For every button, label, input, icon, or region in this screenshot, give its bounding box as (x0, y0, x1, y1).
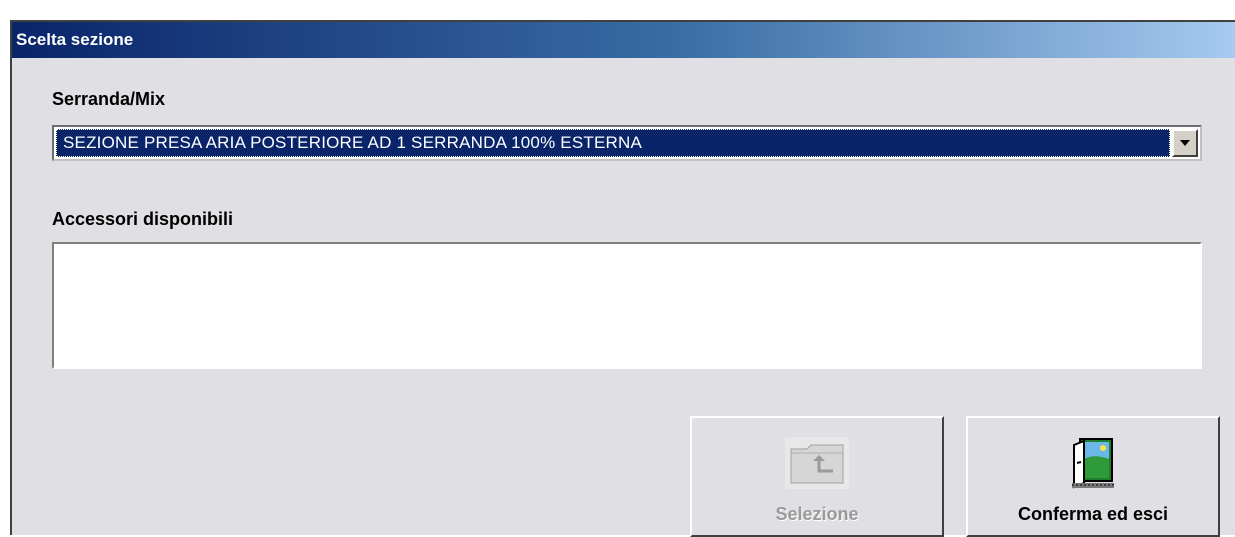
exit-door-icon (1070, 437, 1116, 494)
serranda-mix-label: Serranda/Mix (52, 89, 166, 109)
selezione-button[interactable]: Selezione (690, 416, 944, 537)
selezione-button-label: Selezione (775, 504, 859, 524)
serranda-mix-dropdown[interactable]: SEZIONE PRESA ARIA POSTERIORE AD 1 SERRA… (52, 125, 1202, 161)
conferma-ed-esci-button[interactable]: Conferma ed esci (966, 416, 1220, 537)
accessori-disponibili-label: Accessori disponibili (52, 209, 234, 229)
dialog-title-bar[interactable]: Scelta sezione (12, 22, 1235, 58)
folder-up-icon (785, 437, 849, 494)
serranda-mix-selected-value[interactable]: SEZIONE PRESA ARIA POSTERIORE AD 1 SERRA… (56, 129, 1170, 157)
chevron-down-icon (1180, 140, 1190, 146)
scelta-sezione-dialog: Scelta sezione Serranda/Mix SEZIONE PRES… (10, 20, 1235, 537)
accessori-listbox[interactable] (52, 242, 1202, 369)
conferma-ed-esci-button-label: Conferma ed esci (1017, 504, 1169, 524)
dialog-title: Scelta sezione (16, 30, 134, 49)
dropdown-arrow-button[interactable] (1172, 129, 1198, 157)
